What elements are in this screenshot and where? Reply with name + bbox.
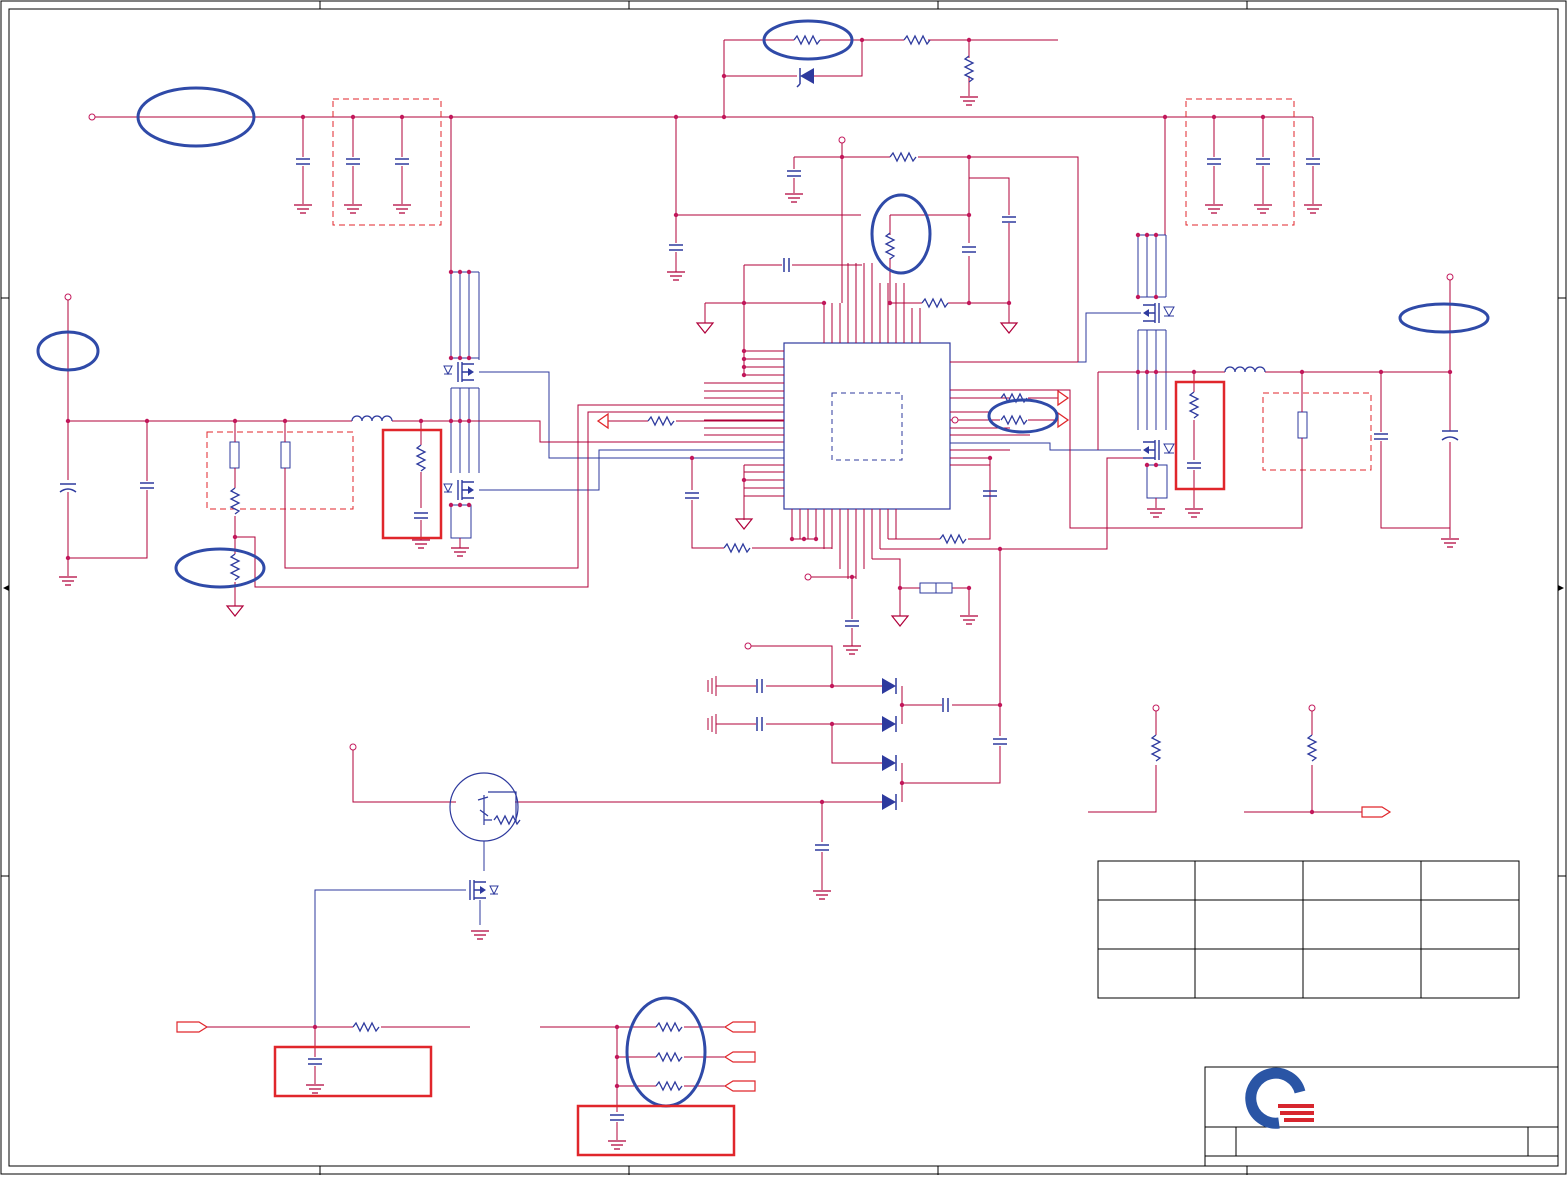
highlight-boxes — [273, 380, 1226, 1157]
right-input-caps — [1164, 98, 1323, 235]
highlight-box — [576, 1104, 736, 1157]
charge-pump — [707, 642, 1008, 811]
schematic-sheet — [0, 0, 1568, 1176]
schematic-canvas — [0, 0, 1567, 1175]
highlight-circle — [174, 547, 266, 589]
pullup-resistors — [1088, 704, 1392, 818]
discharge-circuit — [314, 743, 882, 1027]
highlight-box — [1174, 380, 1226, 491]
revision-table — [1097, 860, 1520, 999]
right-mosfet-stack — [950, 234, 1460, 548]
ic-signal-outputs — [596, 389, 1070, 430]
highlight-circle — [1398, 302, 1490, 334]
title-block — [1204, 1066, 1559, 1167]
top-feedback-network — [723, 35, 1058, 117]
highlight-circle — [987, 398, 1059, 434]
bottom-signal-inputs — [176, 1021, 756, 1150]
left-output-stage — [58, 293, 784, 617]
highlight-box — [381, 428, 443, 540]
left-mosfet-stack — [443, 271, 784, 557]
highlight-circle — [870, 193, 932, 275]
highlight-circle — [625, 996, 707, 1108]
highlight-box — [273, 1045, 433, 1098]
sheet-border — [0, 0, 1567, 1175]
company-logo — [1245, 1067, 1314, 1129]
ic-bottom-network — [804, 457, 1150, 705]
junctions — [65, 37, 1453, 1089]
